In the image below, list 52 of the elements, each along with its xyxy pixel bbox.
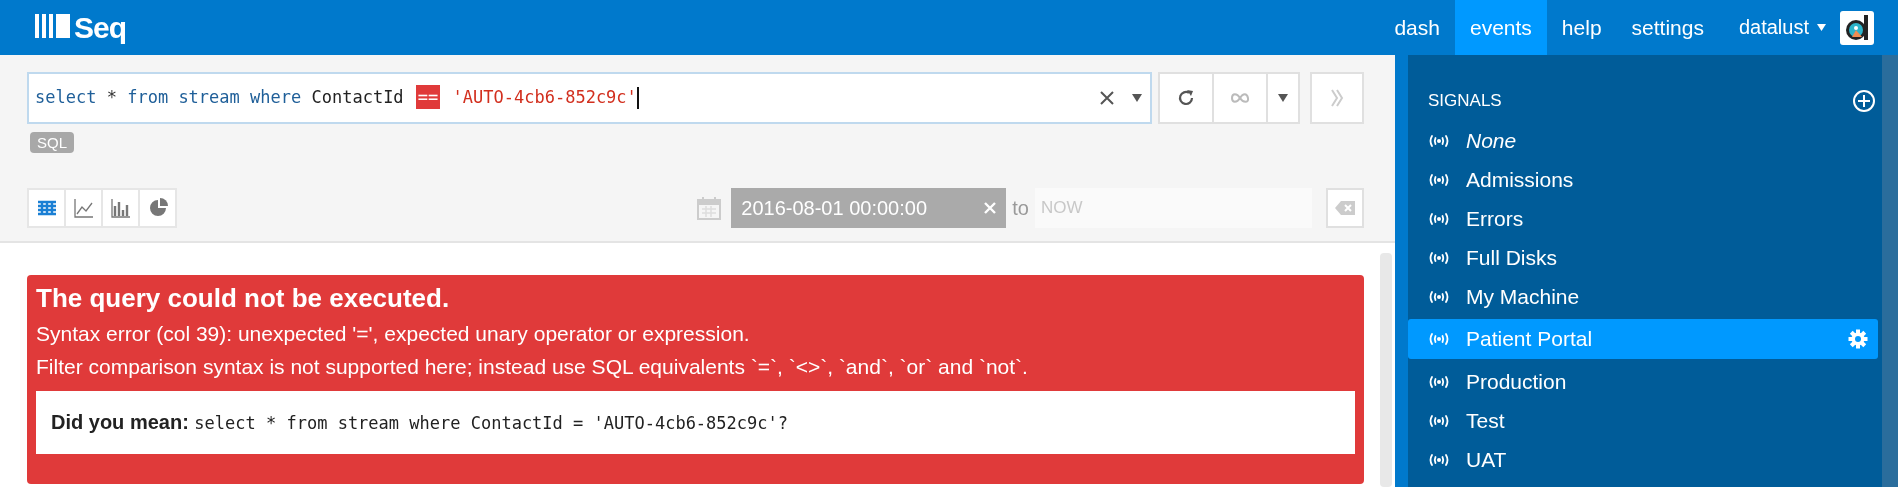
signal-icon: [1428, 452, 1450, 467]
language-badge: SQL: [30, 132, 74, 153]
refresh-button[interactable]: [1158, 72, 1214, 124]
signal-icon: [1428, 289, 1450, 304]
infinity-icon: [1230, 92, 1250, 104]
signal-icon: [1428, 374, 1450, 389]
signal-item[interactable]: UAT: [1408, 440, 1878, 479]
signals-heading: SIGNALS: [1428, 91, 1502, 111]
backspace-icon: [1335, 201, 1355, 215]
bar-chart-icon: [110, 198, 131, 218]
scrollbar[interactable]: [1882, 55, 1898, 487]
caret-icon: [1278, 94, 1288, 102]
signal-icon: [1428, 211, 1450, 226]
signal-item[interactable]: Production: [1408, 362, 1878, 401]
signal-icon: [1428, 332, 1450, 346]
view-button[interactable]: [64, 188, 103, 228]
clear-icon[interactable]: [1100, 91, 1114, 105]
signal-item[interactable]: Test: [1408, 401, 1878, 440]
refresh-icon: [1176, 88, 1196, 108]
pie-chart-icon: [147, 198, 168, 218]
add-icon[interactable]: [1852, 89, 1876, 113]
caret-icon: [1817, 24, 1826, 31]
to-label: to: [1012, 196, 1029, 220]
signal-icon: [1428, 133, 1450, 148]
logo-text: Seq: [74, 10, 127, 45]
signal-icon: [1428, 172, 1450, 187]
logo-icon: [35, 13, 71, 38]
user-menu[interactable]: datalust: [1718, 0, 1836, 55]
view-button[interactable]: [27, 188, 66, 228]
signal-icon: [1428, 413, 1450, 428]
view-button[interactable]: [138, 188, 177, 228]
dropdown-icon[interactable]: [1132, 94, 1142, 102]
view-button[interactable]: [101, 188, 140, 228]
line-chart-icon: [73, 198, 94, 218]
query-field[interactable]: select * from stream where ContactId == 'AUTO-4cb6-852c9c': [27, 72, 1152, 124]
error-title: The query could not be executed.: [36, 283, 451, 314]
signal-item[interactable]: Admissions: [1408, 160, 1878, 199]
table-icon: [36, 198, 57, 218]
error-message: Filter comparison syntax is not supported here; instead use SQL equivalents `=`, `<>`, `and`, `or` and `not`.: [36, 355, 1029, 379]
double-chevron-icon: [1330, 88, 1344, 108]
signal-item[interactable]: Errors: [1408, 199, 1878, 238]
signal-item[interactable]: Full Disks: [1408, 238, 1878, 277]
suggestion-text: Did you mean: select * from stream where ContactId = 'AUTO-4cb6-852c9c'?: [36, 391, 1355, 454]
settings-icon[interactable]: [1848, 329, 1868, 349]
error-message: Syntax error (col 39): unexpected '=', expected unary operator or expression.: [36, 322, 751, 346]
nav-tab[interactable]: help: [1546, 0, 1617, 55]
nav-tab[interactable]: dash: [1379, 0, 1455, 55]
nav-tab[interactable]: settings: [1616, 0, 1719, 55]
signal-item[interactable]: None: [1408, 121, 1878, 160]
signal-icon: [1428, 250, 1450, 265]
signal-item[interactable]: My Machine: [1408, 277, 1878, 316]
dropdown-button[interactable]: [1266, 72, 1300, 124]
